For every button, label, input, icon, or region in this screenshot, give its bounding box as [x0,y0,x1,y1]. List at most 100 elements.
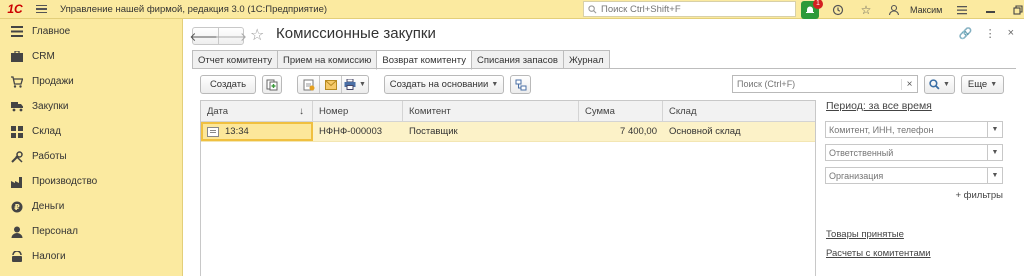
favorites-button[interactable]: ☆ [852,0,880,19]
sidebar-item-purchases[interactable]: Закупки [0,94,182,119]
cell-date[interactable]: 13:34 [201,122,313,141]
main-menu-button[interactable] [30,4,52,14]
table-row[interactable]: 13:34 НФНФ-000003 Поставщик 7 400,00 Осн… [201,122,815,142]
organization-filter-input[interactable] [826,170,986,181]
restore-icon [1013,4,1023,15]
sidebar-item-label: Работы [32,151,67,162]
factory-icon [10,175,24,189]
tab-receipt-commission[interactable]: Прием на комиссию [277,50,378,69]
cart-icon [10,75,24,89]
column-header-sum[interactable]: Сумма [579,101,663,121]
period-link[interactable]: Период: за все время [826,100,1003,112]
sidebar-item-label: Закупки [32,101,69,112]
chevron-down-icon[interactable]: ▼ [987,145,1002,160]
sidebar-item-personnel[interactable]: Персонал [0,219,182,244]
list-toolbar: Создать ▼ Создать на основании ▼ × [200,75,1010,95]
menu-icon [957,5,968,14]
create-based-on-label: Создать на основании [389,79,489,90]
copy-button[interactable] [262,75,282,94]
sidebar-item-label: Налоги [32,251,66,262]
copy-document-icon [266,79,278,90]
organization-filter[interactable]: ▼ [825,167,1003,184]
create-button[interactable]: Создать [200,75,256,94]
more-button[interactable]: Еще ▼ [961,75,1004,94]
column-label: Дата [207,105,229,117]
sidebar-item-taxes[interactable]: Налоги [0,244,182,269]
list-search[interactable]: × [732,75,918,93]
sidebar-item-sales[interactable]: Продажи [0,69,182,94]
menu-icon [10,25,24,39]
column-header-date[interactable]: Дата ↓ [201,101,313,121]
sidebar-item-warehouse[interactable]: Склад [0,119,182,144]
sort-down-icon: ↓ [299,105,304,117]
tools-icon [10,150,24,164]
user-button[interactable] [880,0,908,19]
committent-settlements-link[interactable]: Расчеты с комитентами [826,248,1003,259]
sidebar-item-production[interactable]: Производство [0,169,182,194]
mail-icon [324,79,337,90]
sidebar-item-money[interactable]: ₽ Деньги [0,194,182,219]
cell-sum[interactable]: 7 400,00 [579,122,663,141]
taxes-icon [10,250,24,264]
committent-filter-input[interactable] [826,124,986,135]
svg-text:₽: ₽ [14,203,20,212]
more-menu-icon[interactable]: ⋮ [985,27,996,40]
notification-badge: 1 [813,0,823,9]
post-document-icon [303,79,314,90]
column-header-committent[interactable]: Комитент [403,101,579,121]
link-icon[interactable]: 🔗 [959,27,973,40]
tab-inventory-writeoff[interactable]: Списания запасов [471,50,564,69]
post-document-button[interactable] [298,76,320,93]
search-icon [929,79,940,90]
chevron-down-icon[interactable]: ▼ [987,168,1002,183]
responsible-filter-input[interactable] [826,147,986,158]
money-icon: ₽ [10,200,24,214]
column-header-number[interactable]: Номер [313,101,403,121]
notifications-button[interactable]: 1 [801,0,823,19]
minimize-icon [985,11,995,13]
sidebar-item-main[interactable]: Главное [0,19,182,44]
column-header-warehouse[interactable]: Склад [663,101,815,121]
add-to-favorites-icon[interactable]: ☆ [250,25,264,45]
more-label: Еще [967,79,988,90]
create-based-on-button[interactable]: Создать на основании ▼ [384,75,504,94]
structure-button[interactable] [510,75,531,94]
forward-button[interactable]: 🡒 [215,28,247,44]
tab-return-committent[interactable]: Возврат комитенту [376,50,473,70]
print-button[interactable]: ▼ [342,76,368,93]
app-menu-button[interactable] [948,0,976,19]
user-name[interactable]: Максим [910,5,942,15]
responsible-filter[interactable]: ▼ [825,144,1003,161]
restore-button[interactable] [1004,0,1024,19]
main-area: 🡐 🡒 ☆ Комиссионные закупки 🔗 ⋮ × Отчет к… [184,19,1024,276]
sidebar-item-crm[interactable]: CRM [0,44,182,69]
table-header: Дата ↓ Номер Комитент Сумма Склад [201,101,815,122]
global-search-input[interactable] [601,3,791,15]
tab-report-committent[interactable]: Отчет комитенту [192,50,279,69]
list-search-input[interactable] [733,79,901,89]
sections-panel: Главное CRM Продажи Закупки Склад Работы… [0,19,183,276]
history-button[interactable] [824,0,852,19]
email-button[interactable] [320,76,342,93]
document-tabs: Отчет комитенту Прием на комиссию Возвра… [192,50,610,70]
cell-number[interactable]: НФНФ-000003 [313,122,403,141]
sidebar-item-label: Склад [32,126,61,137]
structure-icon [515,79,526,90]
cell-warehouse[interactable]: Основной склад [663,122,815,141]
cell-committent[interactable]: Поставщик [403,122,579,141]
global-search[interactable] [583,1,796,17]
clear-search-icon[interactable]: × [901,78,917,90]
minimize-button[interactable] [976,0,1004,19]
tab-journal[interactable]: Журнал [562,50,610,69]
sidebar-item-label: Персонал [32,226,78,237]
goods-received-link[interactable]: Товары принятые [826,229,1003,240]
search-options-button[interactable]: ▼ [924,75,955,94]
crm-icon [10,50,24,64]
add-filters-link[interactable]: + фильтры [825,190,1003,201]
close-form-icon[interactable]: × [1008,27,1014,40]
chevron-down-icon[interactable]: ▼ [987,122,1002,137]
sidebar-item-works[interactable]: Работы [0,144,182,169]
arrow-right-icon: 🡒 [214,29,248,44]
sidebar-item-label: Производство [32,176,98,187]
committent-filter[interactable]: ▼ [825,121,1003,138]
